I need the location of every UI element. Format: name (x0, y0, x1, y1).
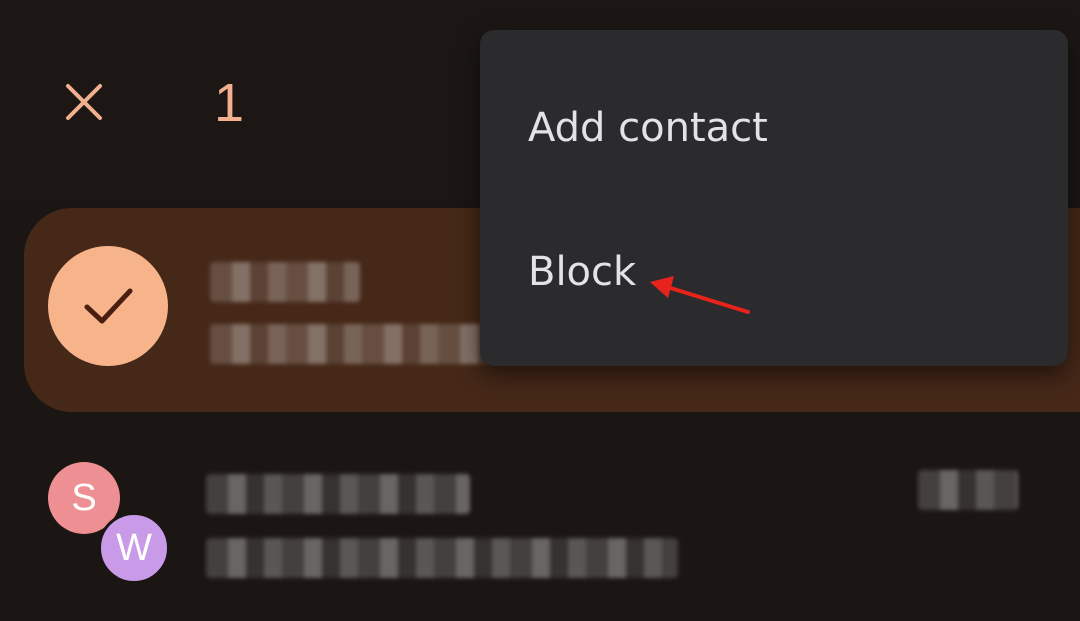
avatar: W (98, 512, 170, 584)
redacted-contact-name (206, 474, 470, 514)
redacted-message-preview (210, 324, 490, 364)
redacted-contact-name (210, 262, 360, 302)
overflow-menu: Add contact Block (480, 30, 1068, 366)
menu-item-block[interactable]: Block (480, 202, 1068, 342)
conversation-row[interactable]: S W (0, 440, 1080, 621)
redacted-message-preview (206, 538, 678, 578)
close-selection-button[interactable] (52, 70, 116, 134)
annotation-arrow-icon (650, 276, 750, 314)
selected-count: 1 (214, 73, 245, 133)
check-icon (84, 288, 133, 324)
redacted-timestamp (918, 470, 1018, 510)
selected-avatar[interactable] (48, 246, 168, 366)
close-icon (66, 84, 102, 120)
messages-selection-screen: 1 S W Add contact Block (0, 0, 1080, 621)
menu-item-add-contact[interactable]: Add contact (480, 58, 1068, 198)
